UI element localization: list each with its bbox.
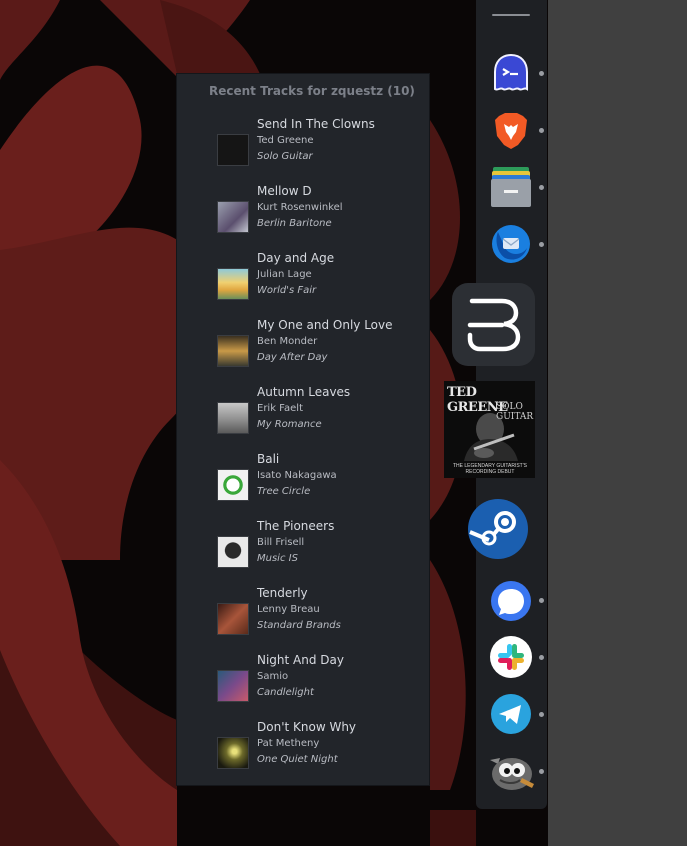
ted-greene-album-icon[interactable]: TED GREENE SOLO GUITAR THE LEGENDARY GUI… <box>444 381 535 478</box>
ghost-icon <box>494 53 528 91</box>
track-album: One Quiet Night <box>257 754 338 765</box>
track-title: Night And Day <box>257 653 344 667</box>
track-title: My One and Only Love <box>257 318 393 332</box>
track-artist: Erik Faelt <box>257 403 303 414</box>
filing-cabinet-icon <box>491 167 531 207</box>
list-item[interactable]: The Pioneers Bill Frisell Music IS <box>177 519 429 581</box>
track-title: The Pioneers <box>257 519 335 533</box>
dock-handle[interactable] <box>492 14 530 16</box>
track-artist: Lenny Breau <box>257 604 320 615</box>
album-thumbnail <box>217 737 249 769</box>
album-thumbnail <box>217 134 249 166</box>
track-album: Day After Day <box>257 352 328 363</box>
list-item[interactable]: Day and Age Julian Lage World's Fair <box>177 251 429 313</box>
track-album: Candlelight <box>257 687 314 698</box>
list-item[interactable]: Bali Isato Nakagawa Tree Circle <box>177 452 429 514</box>
track-artist: Julian Lage <box>257 269 312 280</box>
running-indicator <box>539 655 544 660</box>
steam-logo-icon <box>468 499 528 559</box>
track-title: Mellow D <box>257 184 312 198</box>
album-art-tagline: THE LEGENDARY GUITARIST'S RECORDING DEBU… <box>452 463 528 475</box>
track-title: Send In The Clowns <box>257 117 375 131</box>
desktop-background-right <box>548 0 687 846</box>
track-title: Day and Age <box>257 251 335 265</box>
signal-icon[interactable] <box>490 580 532 622</box>
track-album: Berlin Baritone <box>257 218 332 229</box>
running-indicator <box>539 71 544 76</box>
album-thumbnail <box>217 335 249 367</box>
wilber-mascot-icon <box>490 758 534 790</box>
list-item[interactable]: Send In The Clowns Ted Greene Solo Guita… <box>177 117 429 179</box>
list-item[interactable]: Night And Day Samio Candlelight <box>177 653 429 715</box>
list-item[interactable]: Autumn Leaves Erik Faelt My Romance <box>177 385 429 447</box>
list-item[interactable]: Tenderly Lenny Breau Standard Brands <box>177 586 429 648</box>
bitwig-b-icon <box>467 298 521 352</box>
recent-tracks-menu: Recent Tracks for zquestz (10) Send In T… <box>177 74 429 785</box>
track-title: Don't Know Why <box>257 720 357 734</box>
track-artist: Ted Greene <box>257 135 314 146</box>
track-artist: Kurt Rosenwinkel <box>257 202 343 213</box>
slack-icon[interactable] <box>490 636 532 678</box>
track-title: Autumn Leaves <box>257 385 351 399</box>
track-album: Standard Brands <box>257 620 341 631</box>
album-thumbnail <box>217 536 249 568</box>
track-album: Solo Guitar <box>257 151 313 162</box>
track-album: My Romance <box>257 419 322 430</box>
track-album: World's Fair <box>257 285 317 296</box>
album-art-subtitle: SOLO GUITAR <box>496 402 534 422</box>
steam-icon[interactable] <box>467 498 529 560</box>
running-indicator <box>539 185 544 190</box>
paper-plane-icon <box>491 694 531 734</box>
running-indicator <box>539 769 544 774</box>
list-item[interactable]: Mellow D Kurt Rosenwinkel Berlin Bariton… <box>177 184 429 246</box>
running-indicator <box>539 242 544 247</box>
album-thumbnail <box>217 402 249 434</box>
album-thumbnail <box>217 201 249 233</box>
running-indicator <box>539 712 544 717</box>
running-indicator <box>539 598 544 603</box>
album-thumbnail <box>217 603 249 635</box>
track-album: Tree Circle <box>257 486 311 497</box>
track-title: Bali <box>257 452 280 466</box>
track-artist: Ben Monder <box>257 336 318 347</box>
mail-bird-icon <box>492 225 530 263</box>
track-artist: Bill Frisell <box>257 537 305 548</box>
list-item[interactable]: Don't Know Why Pat Metheny One Quiet Nig… <box>177 720 429 782</box>
album-thumbnail <box>217 268 249 300</box>
file-manager-icon[interactable] <box>490 166 532 208</box>
chat-bubble-icon <box>491 581 531 621</box>
menu-header: Recent Tracks for zquestz (10) <box>209 84 415 98</box>
gimp-icon[interactable] <box>486 750 536 792</box>
album-thumbnail <box>217 469 249 501</box>
album-thumbnail <box>217 670 249 702</box>
track-artist: Isato Nakagawa <box>257 470 337 481</box>
lion-icon <box>495 113 527 149</box>
hash-logo-icon <box>498 644 524 670</box>
brave-browser-icon[interactable] <box>490 110 532 152</box>
running-indicator <box>539 128 544 133</box>
track-title: Tenderly <box>257 586 308 600</box>
list-item[interactable]: My One and Only Love Ben Monder Day Afte… <box>177 318 429 380</box>
track-album: Music IS <box>257 553 298 564</box>
track-artist: Samio <box>257 671 289 682</box>
thunderbird-icon[interactable] <box>490 222 532 264</box>
track-artist: Pat Metheny <box>257 738 320 749</box>
active-app-tile[interactable] <box>452 283 535 366</box>
ghostty-terminal-icon[interactable] <box>490 52 532 94</box>
telegram-icon[interactable] <box>490 693 532 735</box>
